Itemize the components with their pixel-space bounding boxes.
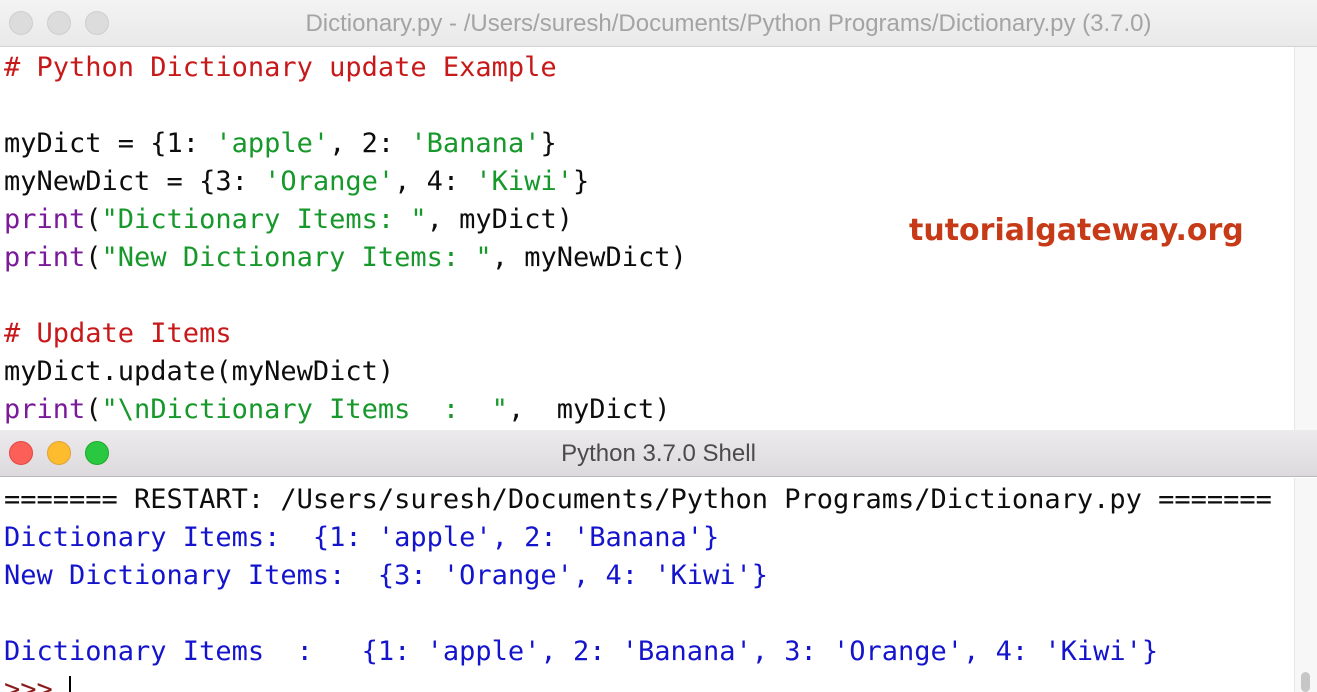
shell-prompt-line[interactable]: >>> bbox=[4, 671, 1272, 692]
code-token: # Update Items bbox=[4, 318, 232, 349]
code-token: 'Banana' bbox=[410, 128, 541, 159]
editor-line: print("\nDictionary Items : ", myDict) bbox=[4, 391, 687, 429]
editor-window: Dictionary.py - /Users/suresh/Documents/… bbox=[0, 0, 1317, 430]
shell-title: Python 3.7.0 Shell bbox=[561, 440, 756, 467]
code-token: "\nDictionary Items : " bbox=[101, 394, 508, 425]
editor-line: print("Dictionary Items: ", myDict) bbox=[4, 201, 687, 239]
code-token: print bbox=[4, 204, 86, 235]
shell-line: Dictionary Items: {1: 'apple', 2: 'Banan… bbox=[4, 519, 1272, 557]
code-token: } bbox=[572, 166, 590, 197]
code-token: myNewDict = {3: bbox=[4, 166, 265, 197]
code-token: 'Kiwi' bbox=[475, 166, 573, 197]
shell-scrollbar-thumb[interactable] bbox=[1301, 672, 1310, 692]
shell-titlebar[interactable]: Python 3.7.0 Shell bbox=[0, 430, 1317, 477]
code-token: Dictionary Items: {1: 'apple', 2: 'Banan… bbox=[4, 522, 720, 553]
shell-prompt: >>> bbox=[4, 674, 70, 692]
watermark: tutorialgateway.org bbox=[909, 213, 1244, 248]
code-token: "New Dictionary Items: " bbox=[101, 242, 492, 273]
shell-line: New Dictionary Items: {3: 'Orange', 4: '… bbox=[4, 557, 1272, 595]
code-token: } bbox=[540, 128, 557, 159]
code-token: ( bbox=[85, 242, 102, 273]
editor-line: myDict.update(myNewDict) bbox=[4, 353, 687, 391]
shell-window: Python 3.7.0 Shell ======= RESTART: /Use… bbox=[0, 430, 1317, 692]
code-token: Dictionary Items : {1: 'apple', 2: 'Bana… bbox=[4, 636, 1159, 667]
code-token: , 2: bbox=[329, 128, 411, 159]
code-token: , myDict) bbox=[426, 204, 573, 235]
editor-title: Dictionary.py - /Users/suresh/Documents/… bbox=[305, 10, 1152, 37]
editor-titlebar[interactable]: Dictionary.py - /Users/suresh/Documents/… bbox=[0, 0, 1317, 47]
code-token: ( bbox=[85, 204, 102, 235]
editor-line: print("New Dictionary Items: ", myNewDic… bbox=[4, 239, 687, 277]
shell-line: Dictionary Items : {1: 'apple', 2: 'Bana… bbox=[4, 633, 1272, 671]
code-token: print bbox=[4, 394, 86, 425]
code-token: New Dictionary Items: {3: 'Orange', 4: '… bbox=[4, 560, 769, 591]
code-token: print bbox=[4, 242, 86, 273]
code-token: , myNewDict) bbox=[491, 242, 687, 273]
editor-line: myNewDict = {3: 'Orange', 4: 'Kiwi'} bbox=[4, 163, 687, 201]
code-token: 'Orange' bbox=[264, 166, 395, 197]
code-token: , myDict) bbox=[507, 394, 671, 425]
shell-output[interactable]: ======= RESTART: /Users/suresh/Documents… bbox=[4, 481, 1272, 692]
editor-line: myDict = {1: 'apple', 2: 'Banana'} bbox=[4, 125, 687, 163]
code-token: ( bbox=[85, 394, 102, 425]
editor-line: # Update Items bbox=[4, 315, 687, 353]
code-token: # Python Dictionary update Example bbox=[4, 52, 557, 83]
editor-scrollbar[interactable] bbox=[1294, 47, 1317, 430]
editor-line: # Python Dictionary update Example bbox=[4, 49, 687, 87]
text-cursor bbox=[69, 675, 72, 692]
shell-scrollbar[interactable] bbox=[1294, 478, 1317, 692]
code-token: ======= RESTART: /Users/suresh/Documents… bbox=[4, 484, 1272, 515]
code-token: myDict = {1: bbox=[4, 128, 216, 159]
shell-line: ======= RESTART: /Users/suresh/Documents… bbox=[4, 481, 1272, 519]
code-token: myDict.update(myNewDict) bbox=[4, 356, 395, 387]
code-token: 'apple' bbox=[215, 128, 330, 159]
code-token: "Dictionary Items: " bbox=[101, 204, 427, 235]
code-editor[interactable]: # Python Dictionary update Example myDict… bbox=[4, 49, 687, 429]
code-token: , 4: bbox=[394, 166, 476, 197]
